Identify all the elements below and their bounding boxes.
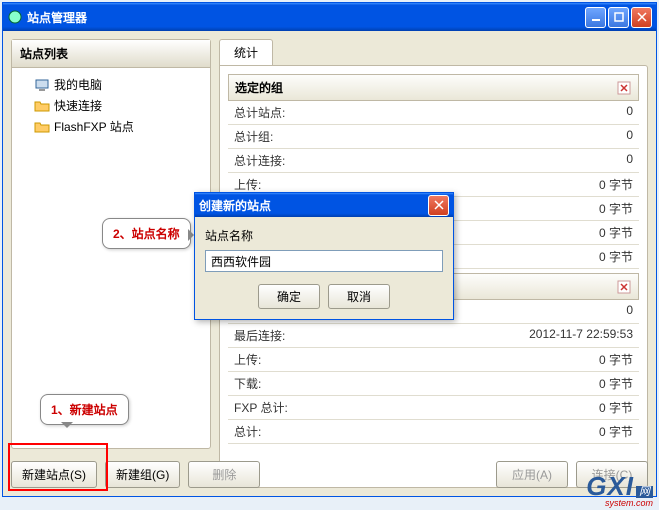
watermark-net: 网	[636, 486, 653, 498]
dialog-title: 创建新的站点	[199, 197, 428, 214]
delete-icon[interactable]	[616, 279, 632, 295]
stat-row: 总计: 0 字节	[228, 420, 639, 444]
group-header-label: 选定的组	[235, 79, 283, 96]
stat-value: 0 字节	[599, 224, 633, 241]
main-titlebar[interactable]: 站点管理器	[3, 3, 656, 31]
stat-label: 上传:	[234, 351, 261, 368]
stat-row: 总计组: 0	[228, 125, 639, 149]
stat-row: 下载: 0 字节	[228, 372, 639, 396]
stat-label: 最后连接:	[234, 327, 285, 344]
stat-value: 0 字节	[599, 351, 633, 368]
window-title: 站点管理器	[27, 9, 585, 26]
dialog-titlebar[interactable]: 创建新的站点	[195, 193, 453, 217]
stat-value: 0	[626, 152, 633, 169]
stat-value: 0 字节	[599, 375, 633, 392]
tree-label: FlashFXP 站点	[54, 118, 134, 135]
stat-row: 总计连接: 0	[228, 149, 639, 173]
tree-label: 我的电脑	[54, 76, 102, 93]
close-button[interactable]	[631, 7, 652, 28]
stat-value: 0	[626, 128, 633, 145]
stat-label: 总计连接:	[234, 152, 285, 169]
stat-row: 上传: 0 字节	[228, 348, 639, 372]
watermark: GXI网 system.com	[586, 471, 653, 508]
folder-icon	[34, 98, 50, 114]
app-icon	[7, 9, 23, 25]
stat-label: FXP 总计:	[234, 399, 288, 416]
stat-value: 0	[626, 104, 633, 121]
site-name-input[interactable]	[205, 250, 443, 272]
tab-stats[interactable]: 统计	[219, 39, 273, 66]
cancel-button[interactable]: 取消	[328, 284, 390, 309]
stat-value: 0 字节	[599, 423, 633, 440]
tree-label: 快速连接	[54, 97, 102, 114]
new-site-dialog: 创建新的站点 站点名称 确定 取消	[194, 192, 454, 320]
minimize-button[interactable]	[585, 7, 606, 28]
ok-button[interactable]: 确定	[258, 284, 320, 309]
computer-icon	[34, 77, 50, 93]
new-site-button[interactable]: 新建站点(S)	[11, 461, 97, 488]
delete-button[interactable]: 删除	[188, 461, 260, 488]
dialog-close-button[interactable]	[428, 195, 449, 216]
annotation-callout-2: 2、站点名称	[102, 218, 191, 249]
stat-label: 上传:	[234, 176, 261, 193]
apply-button[interactable]: 应用(A)	[496, 461, 568, 488]
stat-value: 0 字节	[599, 176, 633, 193]
stat-value: 2012-11-7 22:59:53	[529, 327, 633, 344]
stat-row: 总计站点: 0	[228, 101, 639, 125]
tree-item-flashfxp[interactable]: FlashFXP 站点	[18, 116, 204, 137]
stat-row: 最后连接: 2012-11-7 22:59:53	[228, 324, 639, 348]
delete-icon[interactable]	[616, 80, 632, 96]
site-list-header: 站点列表	[12, 40, 210, 68]
stat-value: 0 字节	[599, 200, 633, 217]
stat-row: FXP 总计: 0 字节	[228, 396, 639, 420]
site-name-label: 站点名称	[205, 227, 443, 244]
group-section-header: 选定的组	[228, 74, 639, 101]
watermark-gx: GXI	[586, 471, 634, 501]
stat-label: 总计:	[234, 423, 261, 440]
stat-value: 0	[626, 303, 633, 320]
annotation-callout-1: 1、新建站点	[40, 394, 129, 425]
bottom-toolbar: 新建站点(S) 新建组(G) 删除 应用(A) 连接(C)	[11, 461, 648, 488]
folder-icon	[34, 119, 50, 135]
site-tree[interactable]: 我的电脑 快速连接 FlashFXP 站点	[12, 68, 210, 448]
tree-item-quickconnect[interactable]: 快速连接	[18, 95, 204, 116]
tree-item-mycomputer[interactable]: 我的电脑	[18, 74, 204, 95]
stat-value: 0 字节	[599, 248, 633, 265]
new-group-button[interactable]: 新建组(G)	[105, 461, 180, 488]
stat-value: 0 字节	[599, 399, 633, 416]
stat-label: 总计站点:	[234, 104, 285, 121]
stat-label: 下载:	[234, 375, 261, 392]
maximize-button[interactable]	[608, 7, 629, 28]
stat-label: 总计组:	[234, 128, 273, 145]
